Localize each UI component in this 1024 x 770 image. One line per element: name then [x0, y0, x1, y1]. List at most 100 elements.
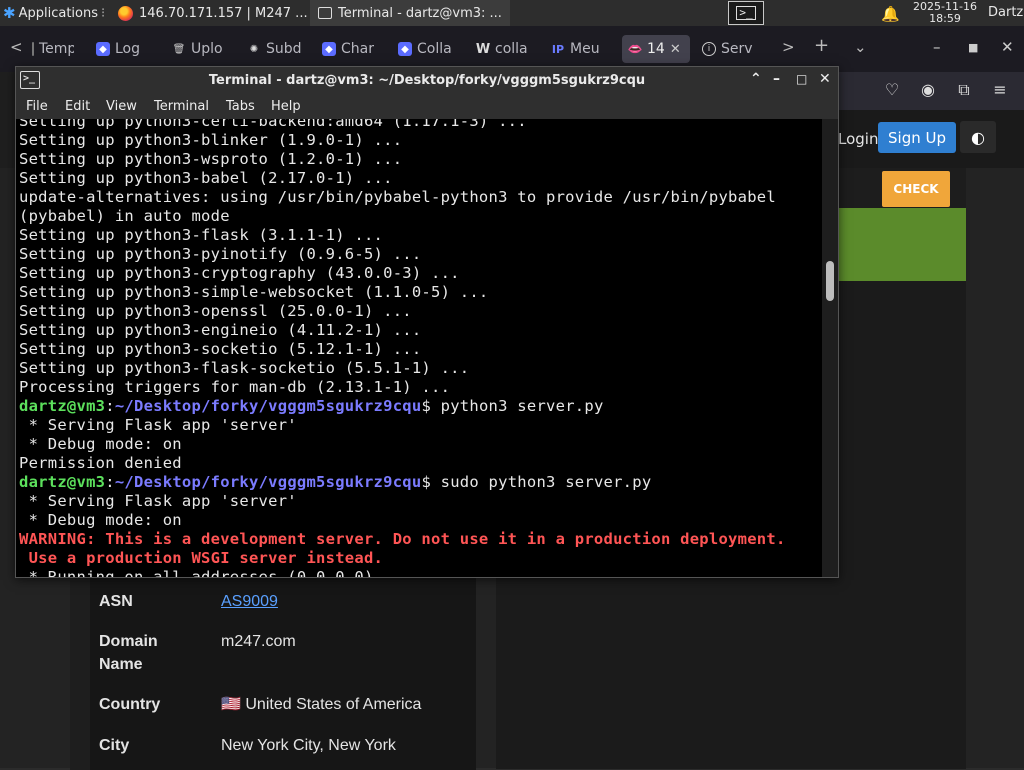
tab-label: 14 [647, 41, 665, 57]
terminal-line: Setting up python3-cryptography (43.0.0-… [19, 264, 460, 282]
tab-scroll-left-icon[interactable]: < [10, 38, 23, 56]
asn-link[interactable]: AS9009 [221, 590, 278, 613]
browser-tab[interactable]: ✺ Subd [247, 38, 303, 60]
user-menu[interactable]: Dartz [988, 5, 1023, 20]
sign-up-button[interactable]: Sign Up [878, 122, 956, 153]
list-all-tabs-icon[interactable]: ⌄ [854, 38, 867, 56]
prompt-colon: : [105, 473, 115, 491]
terminal-line: WARNING: This is a development server. D… [19, 530, 786, 548]
taskbar-item-terminal[interactable]: Terminal - dartz@vm3: ... [310, 0, 510, 26]
minimize-icon[interactable]: – [773, 71, 780, 87]
browser-close-icon[interactable]: ✕ [1001, 38, 1014, 56]
scrollbar-thumb[interactable] [826, 261, 834, 301]
firefox-icon [118, 5, 133, 21]
maximize-icon[interactable]: □ [796, 72, 807, 86]
terminal-line: * Running on all addresses (0.0.0.0) [19, 568, 374, 577]
close-tab-icon[interactable]: ✕ [670, 42, 681, 57]
info-value: m247.com [221, 633, 296, 650]
notification-bell-icon[interactable]: 🔔 [881, 5, 900, 23]
browser-tab[interactable]: Temp [32, 38, 74, 60]
theme-toggle-icon[interactable]: ◐ [960, 121, 996, 153]
xfce-logo-icon: ✱ [3, 4, 16, 22]
browser-maximize-icon[interactable]: ■ [968, 41, 978, 54]
tab-favicon-icon: ◆ [96, 42, 110, 56]
browser-toolbar: ♡ ◉ ⧉ ≡ [838, 72, 1024, 110]
prompt-colon: : [105, 397, 115, 415]
terminal-output[interactable]: Setting up python3-certi-backend:amd64 (… [16, 119, 822, 577]
terminal-line: * Serving Flask app 'server' [19, 492, 297, 510]
terminal-line: update-alternatives: using /usr/bin/pyba… [19, 188, 776, 206]
terminal-scrollbar[interactable] [822, 119, 838, 577]
browser-tab[interactable]: 🗑 Uplo [172, 38, 228, 60]
terminal-menubar: File Edit View Terminal Tabs Help [16, 95, 838, 119]
terminal-icon [318, 7, 332, 19]
menu-terminal[interactable]: Terminal [154, 99, 209, 114]
tab-favicon-icon: ✺ [249, 43, 259, 55]
browser-tab[interactable]: ◆ Colla [398, 38, 456, 60]
taskbar-item-label: Terminal - dartz@vm3: ... [338, 5, 502, 21]
browser-tab-active[interactable]: 👄 14 ✕ [622, 35, 690, 63]
applications-menu[interactable]: ✱ Applications ⁝ [0, 0, 105, 26]
applications-menu-label: Applications [18, 5, 98, 21]
menu-separator-icon: ⁝ [101, 5, 106, 21]
terminal-line: Setting up python3-engineio (4.11.2-1) .… [19, 321, 422, 339]
prompt-path: ~/Desktop/forky/vgggm5sgukrz9cqu [114, 397, 422, 415]
terminal-prompt-line: dartz@vm3:~/Desktop/forky/vgggm5sgukrz9c… [19, 397, 786, 416]
tab-favicon-icon: ◆ [398, 42, 412, 56]
tab-label: Subd [266, 41, 302, 57]
close-icon[interactable]: ✕ [819, 71, 831, 87]
browser-minimize-icon[interactable]: – [933, 38, 941, 56]
tab-label: Char [341, 41, 374, 57]
prompt-user: dartz@vm3 [19, 473, 106, 491]
taskbar-item-browser[interactable]: 146.70.171.157 | M247 ... [110, 0, 308, 26]
clock[interactable]: 2025-11-16 18:59 [905, 1, 985, 25]
browser-tab[interactable]: ◆ Char [322, 38, 378, 60]
account-icon[interactable]: ◉ [918, 80, 938, 100]
info-key: ASN [99, 593, 133, 610]
menu-view[interactable]: View [106, 99, 137, 114]
tab-label: Serv [721, 41, 753, 57]
menu-help[interactable]: Help [271, 99, 301, 114]
browser-tab[interactable]: ◆ Log [96, 38, 148, 60]
terminal-line: * Serving Flask app 'server' [19, 416, 297, 434]
menu-file[interactable]: File [26, 99, 48, 114]
terminal-line: Setting up python3-openssl (25.0.0-1) ..… [19, 302, 412, 320]
terminal-line: Setting up python3-babel (2.17.0-1) ... [19, 169, 393, 187]
site-header: Login Sign Up ◐ [838, 110, 1024, 168]
terminal-line: Setting up python3-wsproto (1.2.0-1) ... [19, 150, 403, 168]
browser-tab[interactable]: i Serv [702, 38, 762, 60]
login-link[interactable]: Login [838, 130, 878, 148]
top-panel: ✱ Applications ⁝ 146.70.171.157 | M247 .… [0, 0, 1024, 26]
terminal-titlebar[interactable]: >_ Terminal - dartz@vm3: ~/Desktop/forky… [16, 67, 838, 95]
tab-scroll-right-icon[interactable]: > [782, 38, 795, 56]
terminal-line: Setting up python3-certi-backend:amd64 (… [19, 119, 527, 130]
workspace-switcher[interactable]: >_ [728, 1, 764, 25]
info-icon: i [702, 42, 716, 56]
pocket-icon[interactable]: ♡ [882, 80, 902, 100]
prompt-user: dartz@vm3 [19, 397, 106, 415]
menu-edit[interactable]: Edit [65, 99, 90, 114]
terminal-lines: Setting up python3-certi-backend:amd64 (… [19, 119, 786, 577]
browser-tab[interactable]: W colla [476, 38, 532, 60]
menu-tabs[interactable]: Tabs [226, 99, 255, 114]
tab-label: Uplo [191, 41, 223, 57]
terminal-line: Use a production WSGI server instead. [19, 549, 384, 567]
extensions-icon[interactable]: ⧉ [954, 80, 974, 100]
new-tab-icon[interactable]: + [814, 35, 829, 56]
prompt-path: ~/Desktop/forky/vgggm5sgukrz9cqu [114, 473, 422, 491]
terminal-line: (pybabel) in auto mode [19, 207, 230, 225]
tab-label: colla [495, 41, 528, 57]
tab-label: Colla [417, 41, 452, 57]
browser-tab[interactable]: IP Meu [551, 38, 603, 60]
tab-favicon-icon: ◆ [322, 42, 336, 56]
hamburger-menu-icon[interactable]: ≡ [990, 80, 1010, 100]
shade-window-icon[interactable]: ⌃ [750, 71, 762, 87]
info-key: Domain Name [99, 633, 158, 673]
terminal-line: Processing triggers for man-db (2.13.1-1… [19, 378, 451, 396]
check-button[interactable]: CHECK [882, 171, 950, 207]
info-key: City [99, 737, 130, 754]
terminal-line: Setting up python3-simple-websocket (1.1… [19, 283, 489, 301]
ip-info-table: ASN AS9009 Domain Name m247.com Country … [90, 570, 476, 770]
terminal-line: * Debug mode: on [19, 435, 182, 453]
tab-label: Log [115, 41, 141, 57]
